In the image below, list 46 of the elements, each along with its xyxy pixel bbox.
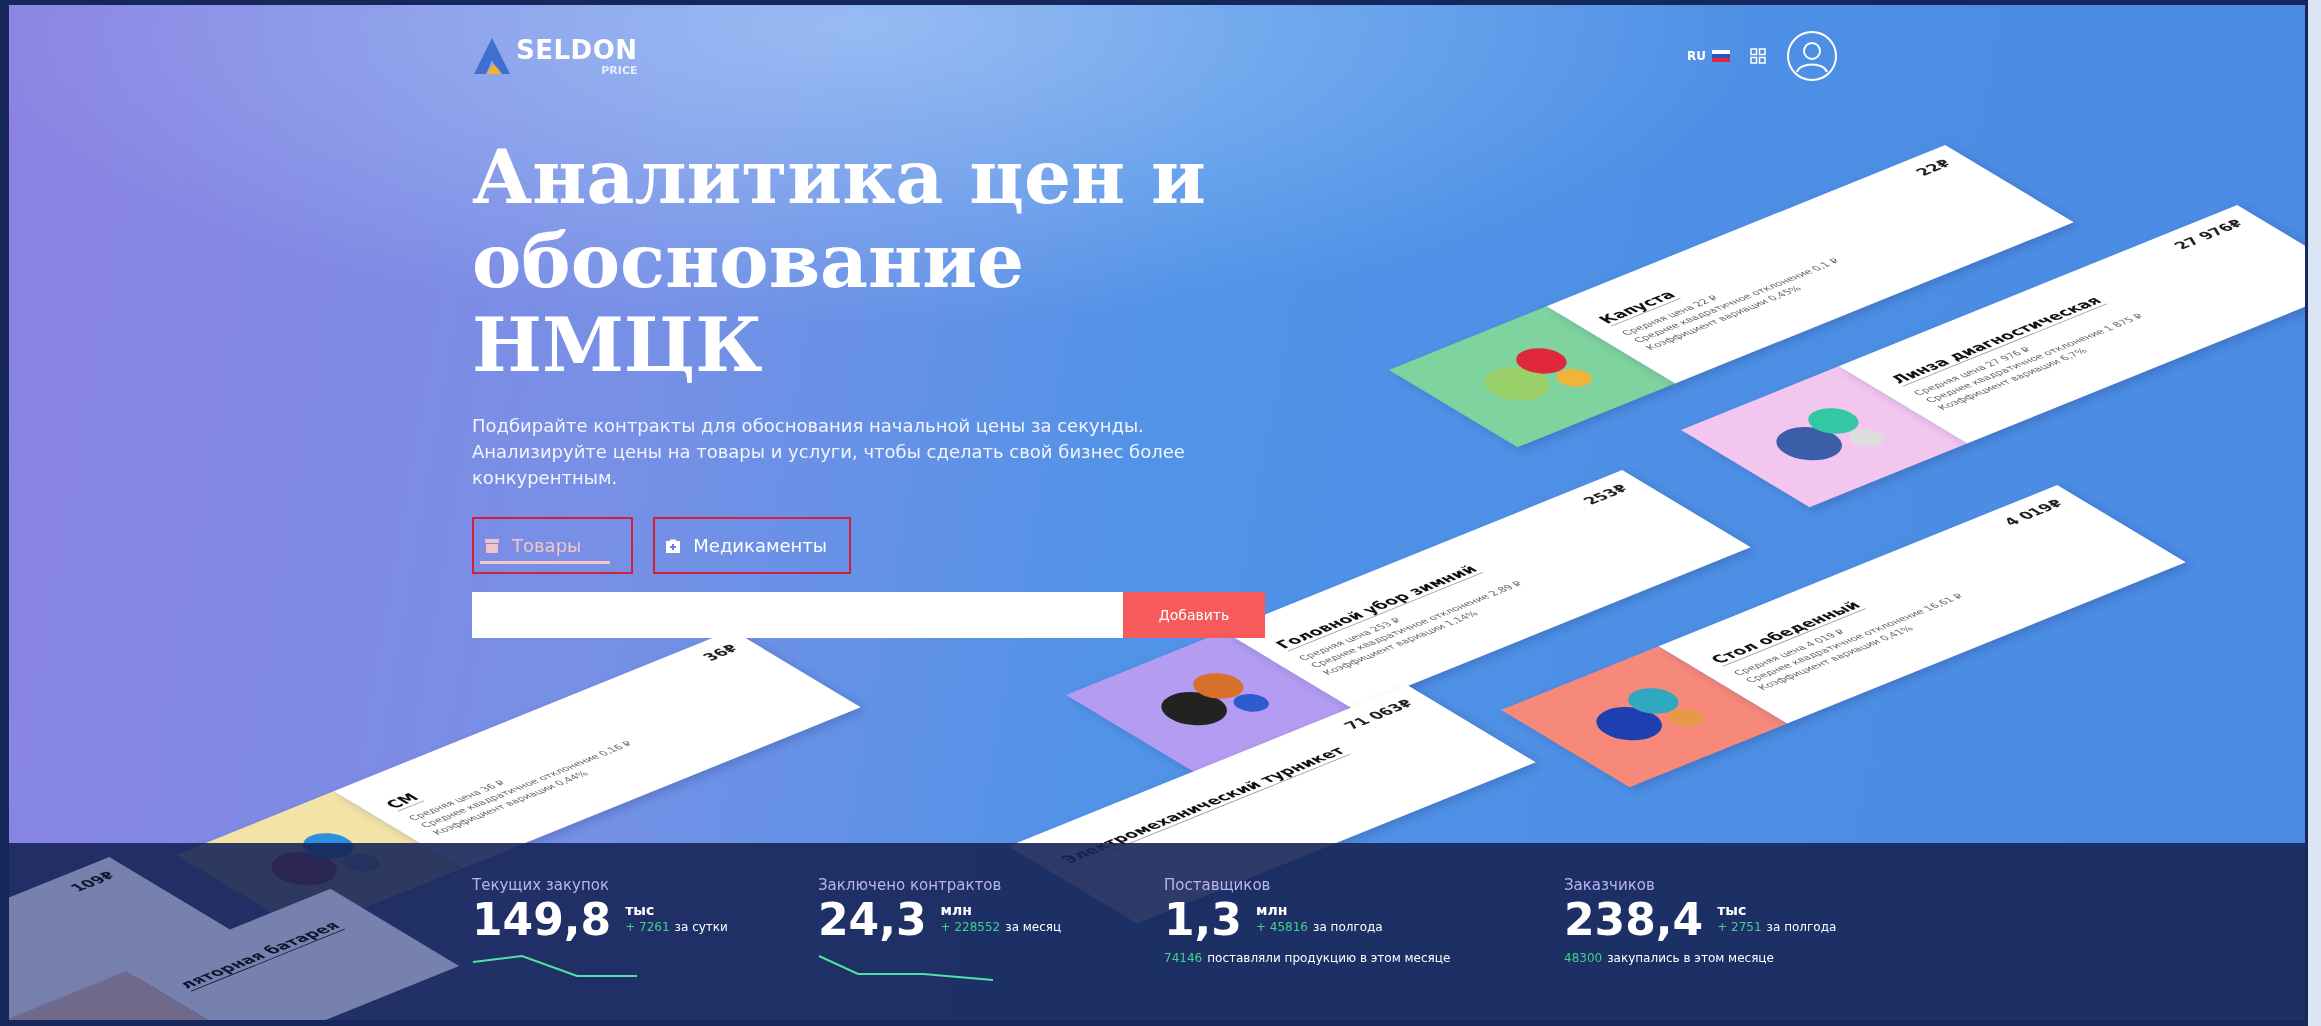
stat-delta: + 45816 (1255, 919, 1308, 935)
box-icon (484, 537, 500, 554)
note-text: поставляли продукцию в этом месяце (1207, 951, 1451, 965)
card-price: 27 976₽ (2169, 217, 2249, 252)
card-price: 253₽ (1578, 482, 1634, 508)
card-price: 71 063₽ (1339, 697, 1419, 732)
flag-icon (1712, 50, 1730, 62)
stat-unit: тыс (625, 901, 656, 919)
stat-value: 1,3 (1164, 895, 1242, 945)
add-button[interactable]: Добавить (1123, 592, 1265, 638)
stat-period: за месяц (1005, 919, 1062, 935)
stat-unit: млн (1255, 901, 1289, 919)
stat-label: Текущих закупок (472, 875, 610, 895)
medkit-icon (665, 537, 682, 554)
stat-label: Заключено контрактов (818, 875, 1003, 895)
stat-period: за полгода (1313, 919, 1383, 935)
stat-label: Заказчиков (1564, 875, 1656, 895)
stat-unit: млн (940, 901, 973, 919)
card-price: 36₽ (698, 642, 744, 664)
hero-title: Аналитика цен и обоснование НМЦК (472, 135, 1207, 387)
stat-delta: + 7261 (625, 919, 670, 935)
stat-period: за полгода (1766, 919, 1837, 935)
user-icon[interactable] (1786, 30, 1838, 82)
hero-subtitle: Подбирайте контракты для обоснования начальной цены за секунды. Анализируйте цены на товары и услуги, чтобы сделать свой бизнес более конкурентным. (472, 414, 1186, 490)
note-count: 74146 (1164, 951, 1203, 965)
search-field[interactable] (472, 592, 1123, 638)
stat-value: 149,8 (472, 895, 612, 945)
stat-delta: + 228552 (940, 919, 1001, 935)
stat-unit: тыс (1717, 901, 1748, 919)
stat-period: за сутки (674, 919, 728, 935)
category-tab[interactable]: Медикаменты (653, 517, 852, 574)
note-text: закупались в этом месяце (1607, 951, 1774, 965)
grid-icon[interactable] (1750, 48, 1766, 64)
stat-value: 24,3 (818, 895, 927, 945)
note-count: 48300 (1564, 951, 1603, 965)
category-tab[interactable]: Товары (472, 517, 634, 574)
logo-icon[interactable] (472, 36, 512, 76)
stat-value: 238,4 (1564, 895, 1704, 945)
stat-delta: + 2751 (1717, 919, 1762, 935)
card-price: 4 019₽ (1999, 497, 2069, 528)
logo-sub: PRICE (601, 63, 638, 77)
language-label[interactable]: RU (1687, 49, 1706, 63)
card-price: 109₽ (66, 869, 121, 895)
stat-label: Поставщиков (1164, 875, 1272, 895)
logo-name: SELDON (516, 35, 638, 64)
card-price: 22₽ (1911, 157, 1957, 179)
